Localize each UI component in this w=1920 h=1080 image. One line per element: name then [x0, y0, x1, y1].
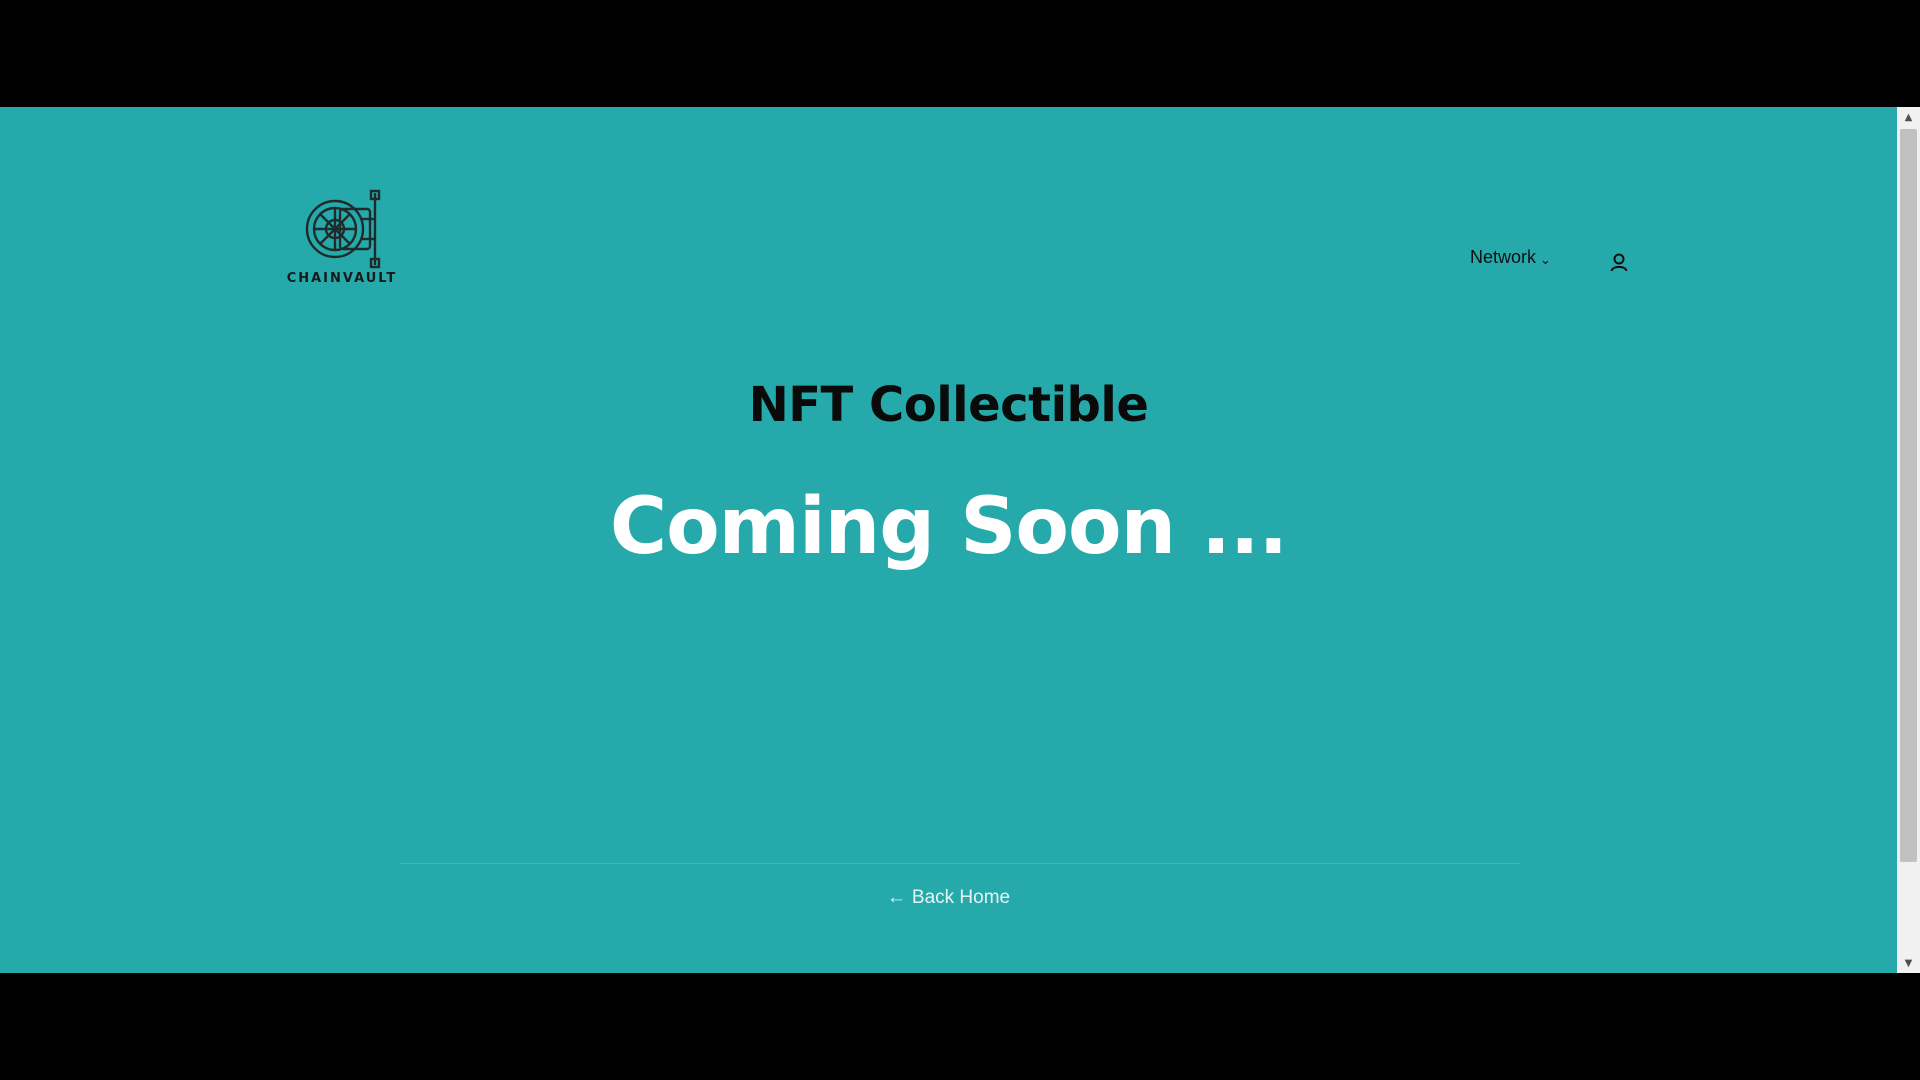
footer-divider	[400, 863, 1520, 864]
network-dropdown[interactable]: Network ⌄	[1470, 247, 1551, 268]
scrollbar-thumb[interactable]	[1900, 129, 1917, 862]
chainvault-logo[interactable]: CHAINVAULT	[280, 189, 404, 289]
back-home-label: Back Home	[911, 887, 1011, 908]
page-title: NFT Collectible	[748, 377, 1149, 433]
back-home-link[interactable]: ← Back Home	[0, 887, 1897, 909]
letterbox-bottom	[0, 973, 1920, 1080]
coming-soon-heading: Coming Soon ...	[609, 482, 1288, 572]
network-label: Network	[1470, 247, 1537, 267]
logo-text: CHAINVAULT	[286, 271, 398, 286]
arrow-left-icon: ←	[886, 887, 906, 908]
chevron-down-icon: ⌄	[1540, 251, 1551, 267]
page-viewport: CHAINVAULT Network ⌄ NFT Collectible Com…	[0, 107, 1897, 973]
user-icon[interactable]	[1608, 251, 1630, 273]
letterbox-top	[0, 0, 1920, 107]
vertical-scrollbar[interactable]: ▲ ▼	[1897, 107, 1920, 973]
scroll-down-arrow-icon[interactable]: ▼	[1897, 953, 1920, 973]
scroll-up-arrow-icon[interactable]: ▲	[1897, 107, 1920, 127]
vault-logo-icon	[305, 189, 381, 269]
